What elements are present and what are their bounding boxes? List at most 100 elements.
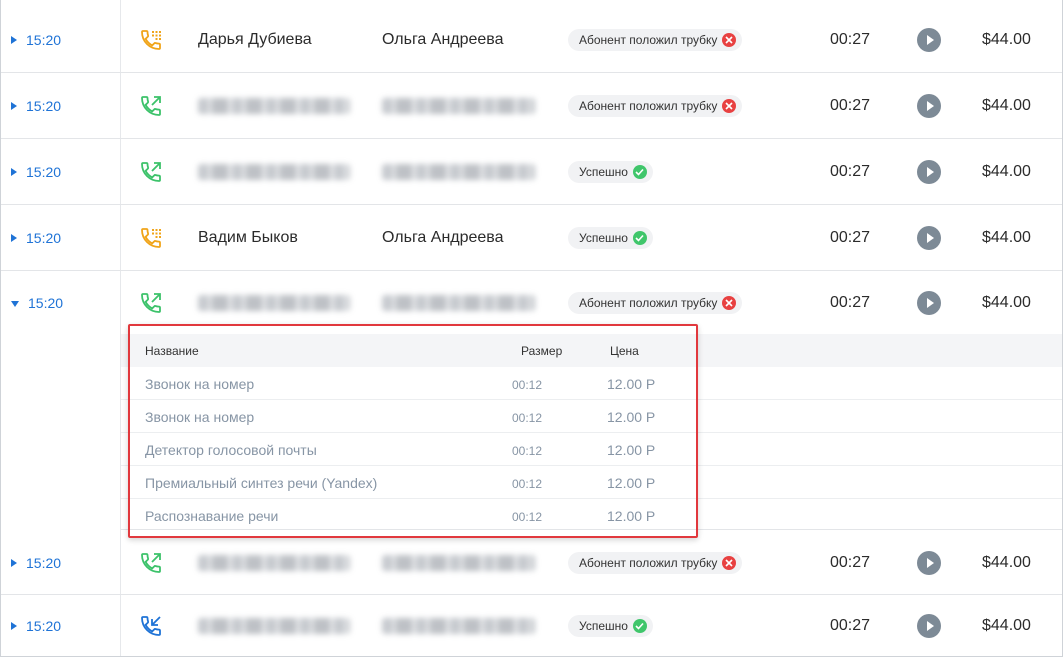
callee-number-redacted [382, 163, 535, 180]
callee-number-redacted [382, 97, 535, 114]
details-item-size: 00:12 [512, 411, 543, 425]
row-toggle[interactable]: 15:20 [11, 205, 61, 270]
phone-incoming-orange-icon [141, 227, 161, 248]
table-row[interactable]: 15:20 Дарья Дубиева Ольга Андреева Абоне… [1, 7, 1062, 73]
call-price: $44.00 [982, 553, 1031, 571]
divider [121, 432, 1062, 433]
phone-outgoing-green-icon [141, 552, 161, 573]
row-toggle[interactable]: 15:20 [11, 270, 63, 336]
details-item-price: 12.00 Р [607, 409, 656, 425]
details-item-name: Распознавание речи [145, 508, 279, 524]
caller-number-redacted [198, 97, 350, 114]
caret-down-icon [11, 301, 19, 307]
success-icon [632, 619, 647, 633]
details-item-name: Звонок на номер [145, 376, 255, 392]
row-toggle[interactable]: 15:20 [11, 595, 62, 656]
play-button[interactable] [917, 27, 941, 52]
row-toggle[interactable]: 15:20 [11, 139, 61, 204]
call-duration: 00:27 [830, 162, 871, 180]
details-item-size: 00:12 [512, 477, 543, 491]
caret-right-icon [11, 233, 17, 242]
row-toggle[interactable]: 15:20 [11, 7, 61, 72]
details-item-price: 12.00 Р [607, 475, 656, 491]
call-time: 15:20 [26, 163, 62, 180]
play-button[interactable] [917, 93, 941, 118]
caret-right-icon [11, 558, 17, 567]
call-time: 15:20 [26, 31, 62, 48]
details-item-size: 00:12 [512, 510, 543, 524]
caller-number-redacted [198, 554, 350, 571]
call-duration: 00:27 [830, 617, 871, 634]
error-icon [722, 98, 737, 113]
details-item-price: 12.00 Р [607, 508, 656, 524]
caller-name: Вадим Быков [198, 228, 298, 246]
details-header-price: Цена [610, 344, 639, 358]
call-time: 15:20 [26, 618, 62, 634]
call-time: 15:20 [26, 97, 62, 114]
callee-name: Ольга Андреева [382, 228, 504, 246]
divider [121, 498, 1062, 499]
play-button[interactable] [917, 159, 941, 184]
call-price: $44.00 [982, 162, 1031, 180]
caret-right-icon [11, 167, 17, 176]
success-icon [632, 230, 647, 245]
status-text: Абонент положил трубку [579, 32, 718, 47]
details-item-name: Детектор голосовой почты [145, 442, 317, 458]
row-toggle[interactable]: 15:20 [11, 531, 61, 594]
callee-number-redacted [382, 554, 535, 571]
call-price: $44.00 [982, 294, 1031, 311]
play-button[interactable] [917, 225, 941, 250]
phone-outgoing-green-icon [141, 293, 161, 313]
phone-inbound-blue-icon [141, 616, 161, 636]
details-item-size: 00:12 [512, 378, 543, 392]
call-duration: 00:27 [830, 294, 871, 311]
error-icon [722, 32, 737, 47]
table-row-expanded[interactable]: 15:20 Абонент положил трубку 00:27 $44.0… [1, 270, 1062, 336]
caller-number-redacted [198, 163, 350, 180]
details-header: Название Размер Цена [121, 334, 1062, 367]
caller-number-redacted [198, 295, 350, 311]
status-text: Успешно [579, 164, 628, 179]
status-badge: Абонент положил трубку [568, 28, 743, 51]
details-header-name: Название [145, 344, 199, 358]
play-button[interactable] [917, 291, 941, 315]
table-row[interactable]: 15:20 Абонент положил трубку 00:27 $44.0… [1, 531, 1062, 595]
caret-right-icon [11, 622, 17, 630]
call-time: 15:20 [26, 229, 62, 246]
status-badge: Абонент положил трубку [568, 292, 743, 314]
phone-outgoing-green-icon [141, 95, 161, 116]
callee-name: Ольга Андреева [382, 30, 504, 48]
table-row[interactable]: 15:20 Успешно 00:27 $44.00 [1, 595, 1062, 656]
caller-name: Дарья Дубиева [198, 30, 312, 48]
table-row[interactable]: 15:20 Вадим Быков Ольга Андреева Успешно… [1, 205, 1062, 271]
status-badge: Абонент положил трубку [568, 551, 743, 574]
table-row[interactable]: 15:20 Абонент положил трубку 00:27 $44.0… [1, 73, 1062, 139]
details-item-price: 12.00 Р [607, 376, 656, 392]
divider [121, 399, 1062, 400]
table-row[interactable]: 15:20 Успешно 00:27 $44.00 [1, 139, 1062, 205]
play-button[interactable] [917, 550, 941, 575]
status-text: Абонент положил трубку [579, 296, 718, 310]
caller-number-redacted [198, 618, 350, 634]
callee-number-redacted [382, 295, 535, 311]
call-duration: 00:27 [830, 228, 871, 246]
row-toggle[interactable]: 15:20 [11, 73, 61, 138]
status-badge: Успешно [568, 160, 653, 183]
status-badge: Успешно [568, 226, 653, 249]
details-item-name: Премиальный синтез речи (Yandex) [145, 475, 378, 491]
call-details-table: Название Размер Цена Звонок на номер 00:… [121, 334, 1062, 530]
error-icon [722, 555, 737, 570]
details-item-size: 00:12 [512, 444, 543, 458]
status-text: Успешно [579, 230, 628, 245]
play-button[interactable] [917, 614, 941, 638]
call-time: 15:20 [28, 295, 64, 311]
call-time: 15:20 [26, 554, 62, 571]
status-text: Абонент положил трубку [579, 98, 718, 113]
call-price: $44.00 [982, 228, 1031, 246]
success-icon [632, 164, 647, 179]
phone-outgoing-green-icon [141, 161, 161, 182]
call-duration: 00:27 [830, 96, 871, 114]
status-text: Абонент положил трубку [579, 555, 718, 570]
details-item-name: Звонок на номер [145, 409, 255, 425]
status-badge: Успешно [568, 615, 653, 637]
